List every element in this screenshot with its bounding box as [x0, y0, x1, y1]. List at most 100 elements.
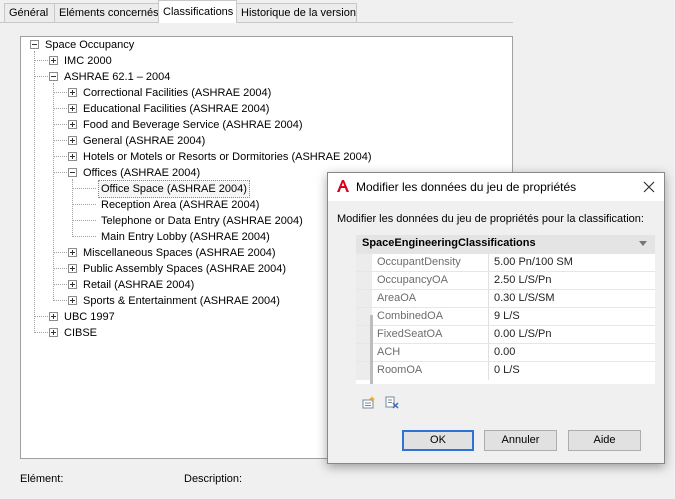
tree-node-label-selected: Office Space (ASHRAE 2004) — [98, 180, 250, 198]
dialog-subtitle: Modifier les données du jeu de propriété… — [337, 213, 644, 225]
expand-toggle-icon[interactable] — [68, 296, 77, 305]
tree-node-label: Offices (ASHRAE 2004) — [83, 167, 201, 179]
property-name: FixedSeatOA — [377, 328, 443, 340]
tab-classifications[interactable]: Classifications — [158, 0, 237, 23]
property-group-name: SpaceEngineeringClassifications — [362, 237, 536, 249]
property-value[interactable]: 0.30 L/S/SM — [494, 292, 555, 304]
property-row-gutter — [356, 254, 372, 272]
dialog-titlebar[interactable]: Modifier les données du jeu de propriété… — [328, 173, 664, 201]
chevron-down-icon[interactable] — [639, 241, 647, 246]
tree-node-label: Reception Area (ASHRAE 2004) — [101, 199, 260, 211]
tree-node-label: Public Assembly Spaces (ASHRAE 2004) — [83, 263, 286, 275]
property-row[interactable]: RoomOA 0 L/S — [356, 361, 655, 380]
tree-node-label: Sports & Entertainment (ASHRAE 2004) — [83, 295, 280, 307]
property-divider — [488, 362, 489, 380]
property-value[interactable]: 0 L/S — [494, 364, 520, 376]
property-value[interactable]: 2.50 L/S/Pn — [494, 274, 552, 286]
property-value[interactable]: 5.00 Pn/100 SM — [494, 256, 573, 268]
ok-button[interactable]: OK — [402, 430, 474, 451]
tab-general-label: Général — [9, 7, 49, 19]
expand-toggle-icon[interactable] — [68, 264, 77, 273]
tree-node-label: General (ASHRAE 2004) — [83, 135, 206, 147]
tree-node-label: Main Entry Lobby (ASHRAE 2004) — [101, 231, 270, 243]
tab-bar-divider — [0, 22, 513, 23]
autocad-logo-icon — [337, 180, 349, 192]
expand-toggle-icon[interactable] — [49, 328, 58, 337]
tree-node-imc-2000[interactable]: IMC 2000 — [21, 53, 501, 69]
property-name: OccupantDensity — [377, 256, 461, 268]
tab-elements-label: Eléments concernés — [59, 7, 159, 19]
tree-node-label: CIBSE — [64, 327, 98, 339]
tree-node-label: Educational Facilities (ASHRAE 2004) — [83, 103, 270, 115]
close-icon[interactable] — [638, 176, 660, 198]
help-button[interactable]: Aide — [568, 430, 641, 451]
property-divider — [488, 290, 489, 308]
tree-node-educational[interactable]: Educational Facilities (ASHRAE 2004) — [21, 101, 501, 117]
cancel-button[interactable]: Annuler — [484, 430, 557, 451]
expand-toggle-icon[interactable] — [68, 136, 77, 145]
tree-node-general[interactable]: General (ASHRAE 2004) — [21, 133, 501, 149]
tree-node-ashrae[interactable]: ASHRAE 62.1 – 2004 — [21, 69, 501, 85]
tree-node-label: Correctional Facilities (ASHRAE 2004) — [83, 87, 272, 99]
tab-historique[interactable]: Historique de la version — [236, 3, 357, 22]
property-row[interactable]: CombinedOA 9 L/S — [356, 307, 655, 326]
description-label: Description: — [184, 473, 243, 485]
expand-toggle-icon[interactable] — [68, 104, 77, 113]
property-name: RoomOA — [377, 364, 423, 376]
property-row[interactable]: ACH 0.00 — [356, 343, 655, 362]
tree-node-label: IMC 2000 — [64, 55, 112, 67]
collapse-toggle-icon[interactable] — [68, 168, 77, 177]
tree-node-label: ASHRAE 62.1 – 2004 — [64, 71, 171, 83]
property-divider — [488, 326, 489, 344]
property-row[interactable]: OccupantDensity 5.00 Pn/100 SM — [356, 253, 655, 272]
property-row[interactable]: OccupancyOA 2.50 L/S/Pn — [356, 271, 655, 290]
expand-toggle-icon[interactable] — [68, 120, 77, 129]
property-name: OccupancyOA — [377, 274, 448, 286]
dialog-title: Modifier les données du jeu de propriété… — [356, 180, 577, 194]
property-row-gutter — [356, 272, 372, 290]
collapse-toggle-icon[interactable] — [49, 72, 58, 81]
tree-node-hotels[interactable]: Hotels or Motels or Resorts or Dormitori… — [21, 149, 501, 165]
property-name: CombinedOA — [377, 310, 444, 322]
tab-general[interactable]: Général — [4, 3, 55, 22]
tree-node-space-occupancy[interactable]: Space Occupancy — [21, 37, 501, 53]
tree-node-correctional[interactable]: Correctional Facilities (ASHRAE 2004) — [21, 85, 501, 101]
tree-node-food[interactable]: Food and Beverage Service (ASHRAE 2004) — [21, 117, 501, 133]
tab-elements-concernes[interactable]: Eléments concernés — [54, 3, 159, 22]
tree-node-label: UBC 1997 — [64, 311, 115, 323]
tree-node-label: Retail (ASHRAE 2004) — [83, 279, 195, 291]
property-row[interactable]: AreaOA 0.30 L/S/SM — [356, 289, 655, 308]
remove-property-icon[interactable] — [385, 395, 399, 409]
property-divider — [488, 272, 489, 290]
tree-node-label: Hotels or Motels or Resorts or Dormitori… — [83, 151, 372, 163]
property-divider — [488, 308, 489, 326]
property-name: AreaOA — [377, 292, 417, 304]
tab-bar: Général Eléments concernés Classificatio… — [0, 0, 675, 24]
tree-node-label: Food and Beverage Service (ASHRAE 2004) — [83, 119, 303, 131]
tab-historique-label: Historique de la version — [241, 7, 356, 19]
tab-classifications-label: Classifications — [163, 6, 234, 18]
property-set-dialog: Modifier les données du jeu de propriété… — [327, 172, 665, 464]
property-grid[interactable]: SpaceEngineeringClassifications Occupant… — [356, 235, 655, 384]
collapse-toggle-icon[interactable] — [30, 40, 39, 49]
property-divider — [488, 344, 489, 362]
property-row-gutter — [356, 290, 372, 308]
expand-toggle-icon[interactable] — [49, 312, 58, 321]
expand-toggle-icon[interactable] — [68, 152, 77, 161]
expand-toggle-icon[interactable] — [68, 248, 77, 257]
expand-toggle-icon[interactable] — [49, 56, 58, 65]
property-row[interactable]: FixedSeatOA 0.00 L/S/Pn — [356, 325, 655, 344]
element-label: Elément: — [20, 473, 64, 485]
property-value[interactable]: 0.00 — [494, 346, 515, 358]
property-grid-scrollbar[interactable] — [370, 315, 373, 384]
add-property-icon[interactable] — [362, 395, 376, 409]
tree-node-label: Miscellaneous Spaces (ASHRAE 2004) — [83, 247, 276, 259]
property-value[interactable]: 0.00 L/S/Pn — [494, 328, 552, 340]
property-name: ACH — [377, 346, 401, 358]
expand-toggle-icon[interactable] — [68, 88, 77, 97]
property-value[interactable]: 9 L/S — [494, 310, 520, 322]
tree-node-label: Space Occupancy — [45, 39, 135, 51]
tree-node-label: Telephone or Data Entry (ASHRAE 2004) — [101, 215, 303, 227]
expand-toggle-icon[interactable] — [68, 280, 77, 289]
property-group-header[interactable]: SpaceEngineeringClassifications — [356, 235, 655, 253]
